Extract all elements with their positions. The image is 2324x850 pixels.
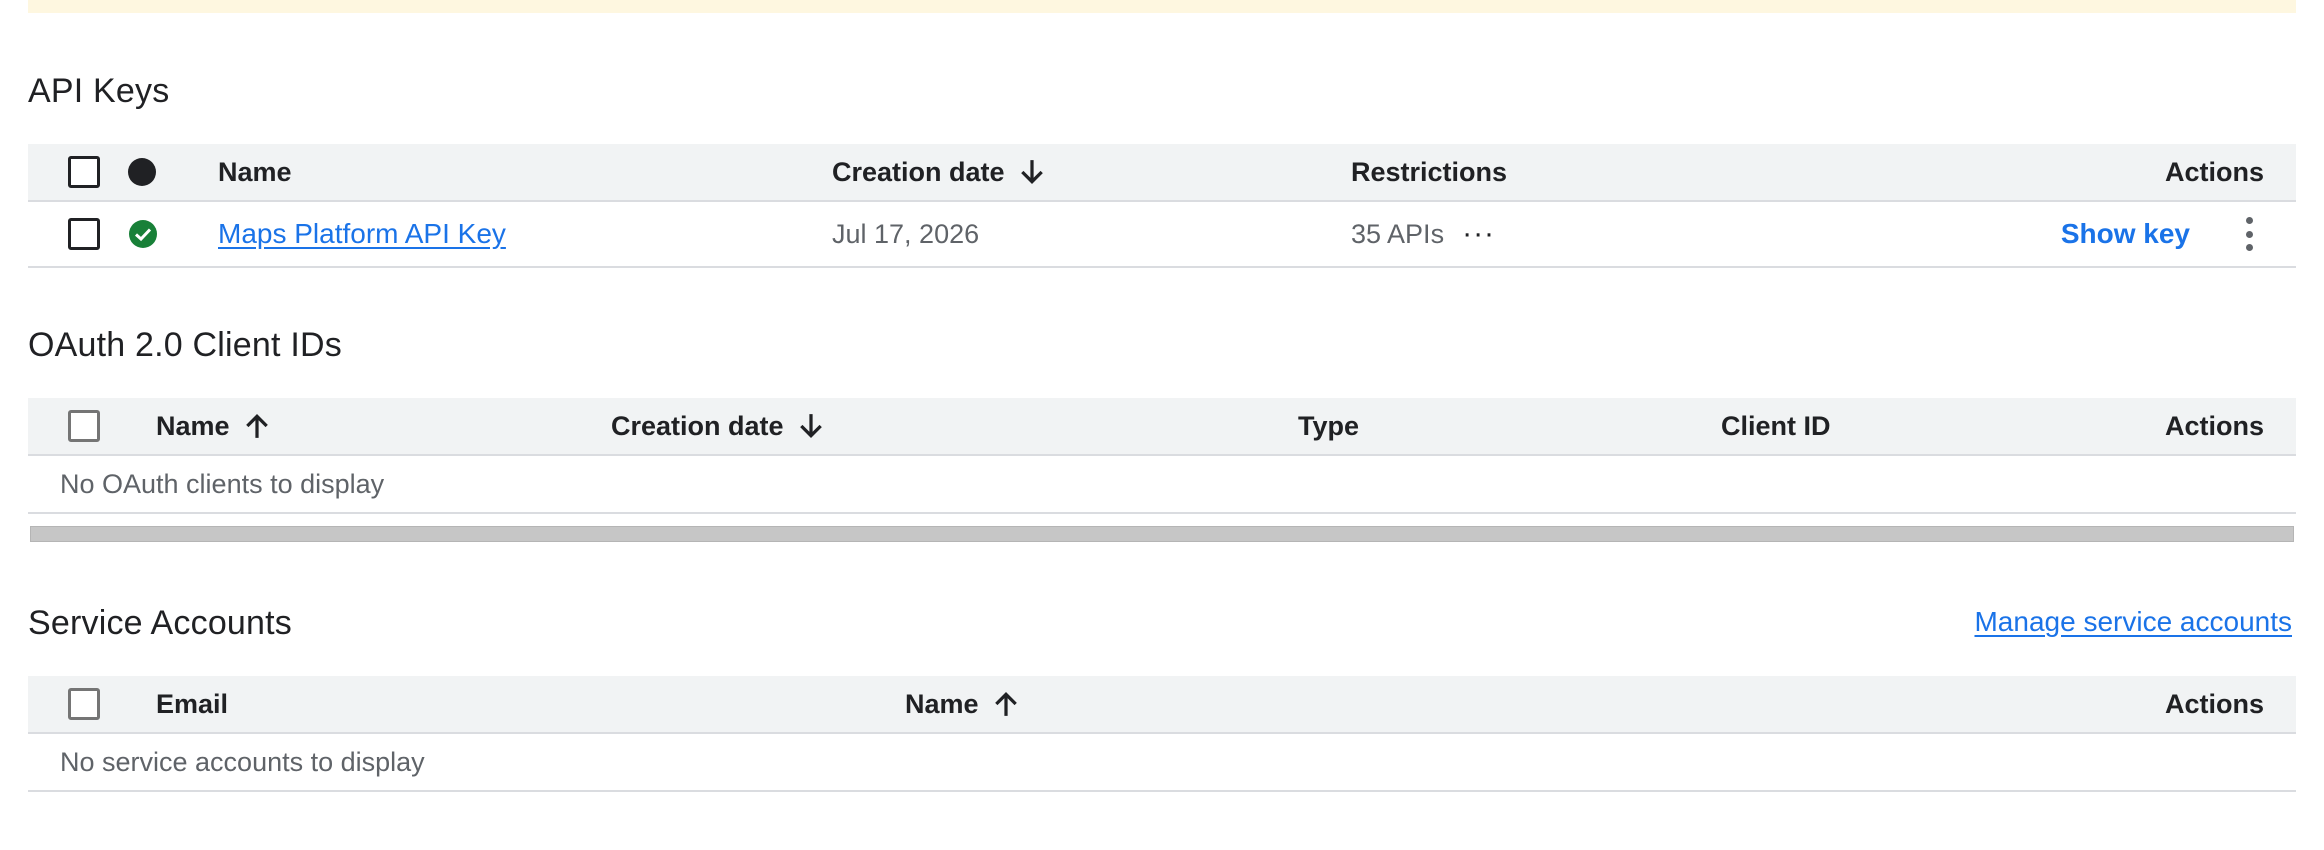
oauth-title: OAuth 2.0 Client IDs bbox=[28, 326, 342, 364]
column-header-client-id: Client ID bbox=[1721, 410, 1831, 441]
more-horiz-icon[interactable]: ··· bbox=[1462, 217, 1495, 251]
api-keys-title: API Keys bbox=[28, 72, 170, 110]
restrictions-cell: 35 APIs ··· bbox=[1351, 217, 1496, 251]
empty-row: No OAuth clients to display bbox=[28, 456, 2296, 514]
arrow-down-icon bbox=[1020, 160, 1043, 184]
column-header-name[interactable]: Name bbox=[156, 398, 270, 454]
select-all-checkbox-cell bbox=[68, 144, 100, 200]
show-key-cell: Show key bbox=[2061, 202, 2190, 266]
column-header-email: Email bbox=[156, 688, 229, 719]
select-all-checkbox[interactable] bbox=[68, 156, 100, 188]
arrow-down-icon bbox=[799, 414, 822, 438]
api-keys-header-row: Name Creation date Restrictions Actions bbox=[28, 144, 2296, 202]
column-header-creation-date[interactable]: Creation date bbox=[832, 144, 1045, 200]
status-column-cell bbox=[128, 144, 156, 200]
empty-message: No OAuth clients to display bbox=[60, 468, 385, 499]
warning-banner bbox=[28, 0, 2296, 13]
creation-date-cell: Jul 17, 2026 bbox=[832, 218, 980, 249]
api-key-name-cell: Maps Platform API Key bbox=[218, 202, 506, 266]
api-key-name-link[interactable]: Maps Platform API Key bbox=[218, 218, 506, 250]
kebab-cell bbox=[2246, 202, 2254, 266]
service-accounts-title: Service Accounts bbox=[28, 604, 292, 642]
column-header-creation-date[interactable]: Creation date bbox=[611, 398, 824, 454]
service-accounts-table: Email Name Actions No service accounts t… bbox=[28, 676, 2296, 792]
check-circle-icon bbox=[129, 220, 157, 248]
api-keys-table: Name Creation date Restrictions Actions … bbox=[28, 144, 2296, 268]
column-header-name[interactable]: Name bbox=[218, 144, 292, 200]
status-dot-icon bbox=[128, 158, 156, 186]
row-checkbox-cell bbox=[68, 202, 100, 266]
sa-select-all-cell bbox=[68, 676, 100, 732]
row-checkbox[interactable] bbox=[68, 218, 100, 250]
service-accounts-header-row: Email Name Actions bbox=[28, 676, 2296, 734]
manage-service-accounts-link[interactable]: Manage service accounts bbox=[1974, 606, 2292, 638]
oauth-select-all-cell bbox=[68, 398, 100, 454]
table-row: Maps Platform API Key Jul 17, 2026 35 AP… bbox=[28, 202, 2296, 268]
horizontal-scrollbar[interactable] bbox=[30, 526, 2294, 542]
column-header-name[interactable]: Name bbox=[905, 676, 1019, 732]
more-vert-icon[interactable] bbox=[2246, 217, 2254, 251]
oauth-select-all-checkbox[interactable] bbox=[68, 410, 100, 442]
sa-select-all-checkbox[interactable] bbox=[68, 688, 100, 720]
column-header-actions: Actions bbox=[2164, 410, 2264, 441]
column-header-type: Type bbox=[1298, 410, 1360, 441]
row-status-cell bbox=[128, 202, 158, 266]
empty-row: No service accounts to display bbox=[28, 734, 2296, 792]
column-header-actions: Actions bbox=[2164, 156, 2264, 187]
arrow-up-icon bbox=[994, 692, 1017, 716]
oauth-header-row: Name Creation date Type Client ID Action… bbox=[28, 398, 2296, 456]
column-header-actions: Actions bbox=[2164, 688, 2264, 719]
arrow-up-icon bbox=[245, 414, 268, 438]
column-header-restrictions: Restrictions bbox=[1351, 156, 1508, 187]
oauth-table: Name Creation date Type Client ID Action… bbox=[28, 398, 2296, 514]
show-key-button[interactable]: Show key bbox=[2061, 218, 2190, 250]
empty-message: No service accounts to display bbox=[60, 746, 425, 777]
